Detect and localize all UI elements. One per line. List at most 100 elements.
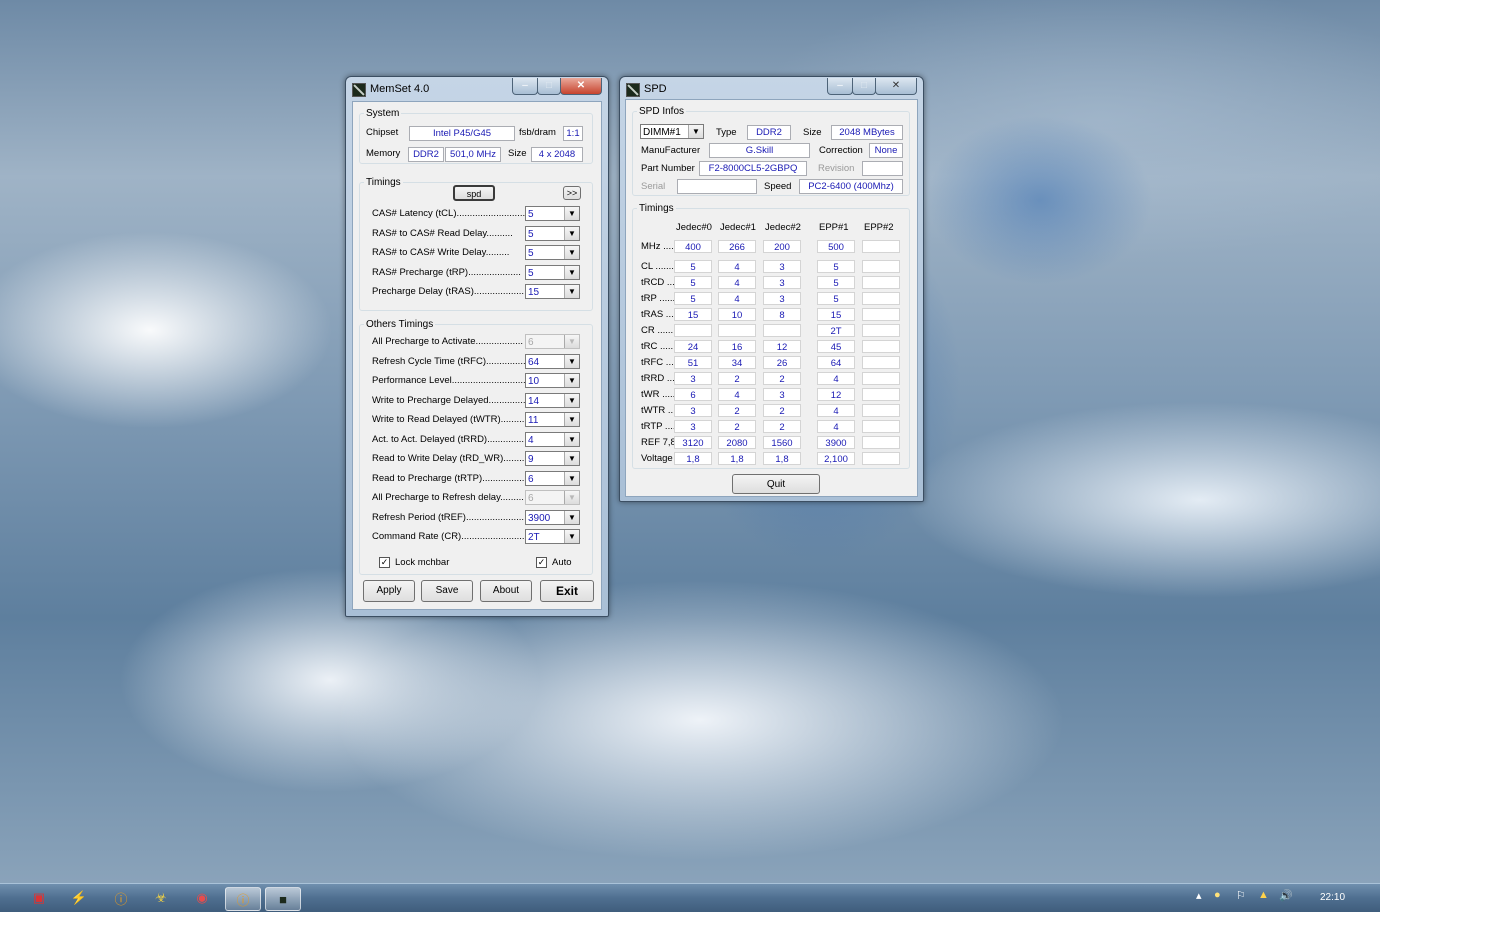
spd-row-label: tRP ...... [641,293,676,304]
spd-cell: 2 [718,404,756,417]
spd-cell: 5 [674,292,712,305]
spd-cell: 4 [718,388,756,401]
other-timing-row-3-select[interactable]: 14 ▼ [525,392,580,408]
spd-cell [862,356,900,369]
spd-button[interactable]: spd [453,185,495,201]
other-timing-row-10-select[interactable]: 2T ▼ [525,529,580,544]
spd-row-label: MHz ..... [641,241,677,252]
spd-cell: 2,100 [817,452,855,465]
other-timing-row-3-label: Write to Precharge Delayed.............. [372,394,526,406]
spd-cell [862,420,900,433]
spd-cell: 2 [763,420,801,433]
timing-row-2-value: 5 [528,248,534,259]
serial-label: Serial [641,181,666,192]
tray-network-icon[interactable]: ▲ [1258,889,1269,901]
spd-cell: 3900 [817,436,855,449]
other-timing-row-1-select[interactable]: 64 ▼ [525,353,580,369]
info-icon-2[interactable]: ⓘ [225,887,261,911]
tray-action-center-icon[interactable]: ⚐ [1236,889,1246,902]
timing-row-0-select[interactable]: 5 ▼ [525,206,580,221]
spd-cell [862,404,900,417]
spd-cell: 2 [763,372,801,385]
other-timing-row-6-value: 9 [528,454,534,465]
memory-label: Memory [366,148,401,159]
fsbdram-label: fsb/dram [519,127,556,138]
other-timing-row-9-select[interactable]: 3900 ▼ [525,509,580,525]
spd-maximize-button[interactable]: □ [852,78,876,95]
dropdown-arrow-icon: ▼ [564,374,579,387]
minimize-button[interactable]: – [512,78,538,95]
tray-expand-icon[interactable]: ▴ [1196,889,1202,902]
timing-row-4-select[interactable]: 15 ▼ [525,284,580,299]
others-timings-legend: Others Timings [366,319,434,330]
spd-cell: 500 [817,240,855,253]
timing-row-2-select[interactable]: 5 ▼ [525,245,580,260]
other-timing-row-6-select[interactable]: 9 ▼ [525,451,580,466]
spd-cell: 64 [817,356,855,369]
memset-client: System Chipset Intel P45/G45 fsb/dram 1:… [352,101,602,610]
spd-titlebar[interactable]: SPD – □ ✕ [620,77,923,101]
dropdown-arrow-icon: ▼ [564,226,579,240]
spd-timings-legend: Timings [639,203,674,214]
close-button[interactable]: ✕ [560,78,602,95]
app-red-icon[interactable]: ▣ [22,887,56,909]
timing-row-1-select[interactable]: 5 ▼ [525,225,580,241]
tray-volume-icon[interactable]: 🔊 [1279,889,1293,902]
auto-checkbox[interactable]: ✓ [536,557,547,568]
spd-cell: 3 [674,404,712,417]
timing-row-1-label: RAS# to CAS# Read Delay.......... [372,227,513,239]
tray-bulb-icon[interactable]: ● [1214,889,1221,901]
timing-row-4-value: 15 [528,287,540,298]
fsbdram-value: 1:1 [563,126,583,141]
dropdown-arrow-icon: ▼ [564,335,579,348]
spd-close-button[interactable]: ✕ [875,78,917,95]
other-timing-row-4-select[interactable]: 11 ▼ [525,412,580,427]
spd-infos-legend: SPD Infos [639,106,685,117]
spd-cell: 5 [817,276,855,289]
spd-cell: 5 [817,292,855,305]
start-icon[interactable]: ● [0,887,6,909]
other-timing-row-2-select[interactable]: 10 ▼ [525,373,580,388]
more-button[interactable]: >> [563,186,581,200]
save-button[interactable]: Save [421,580,473,602]
timing-row-1-value: 5 [528,228,534,240]
memset-titlebar[interactable]: MemSet 4.0 – □ ✕ [346,77,608,101]
lock-mchbar-label: Lock mchbar [395,557,450,568]
exit-button[interactable]: Exit [540,580,594,602]
spd-cell: 266 [718,240,756,253]
memset-app-icon [352,83,366,97]
lightning-icon[interactable]: ⚡ [62,887,96,909]
spd-title: SPD [644,83,667,95]
dimm-select[interactable]: DIMM#1 ▼ [640,124,704,139]
other-timing-row-7-select[interactable]: 6 ▼ [525,470,580,486]
spd-cell: 15 [817,308,855,321]
browser-icon[interactable]: ◉ [185,887,219,909]
spd-minimize-button[interactable]: – [827,78,853,95]
dropdown-arrow-icon: ▼ [564,354,579,368]
other-timing-row-6-label: Read to Write Delay (tRD_WR)......... [372,453,528,464]
other-timing-row-5-select[interactable]: 4 ▼ [525,431,580,447]
biohazard-icon[interactable]: ☣ [144,887,178,909]
lock-mchbar-checkbox[interactable]: ✓ [379,557,390,568]
spd-cell: 6 [674,388,712,401]
other-timing-row-7-label: Read to Precharge (tRTP)................ [372,472,525,484]
spd-column-header: EPP#1 [819,222,849,233]
spd-cell: 2T [817,324,855,337]
spd-cell: 4 [817,372,855,385]
timing-row-3-value: 5 [528,267,534,279]
spd-size-value: 2048 MBytes [831,125,903,140]
spd-cell: 45 [817,340,855,353]
quit-button[interactable]: Quit [732,474,820,494]
memset-taskbar-icon[interactable]: ■ [265,887,301,911]
apply-button[interactable]: Apply [363,580,415,602]
maximize-button[interactable]: □ [537,78,561,95]
spd-cell: 4 [718,260,756,273]
spd-cell: 400 [674,240,712,253]
info-icon[interactable]: ⓘ [104,887,138,909]
timing-row-3-select[interactable]: 5 ▼ [525,264,580,280]
other-timing-row-1-label: Refresh Cycle Time (tRFC)............... [372,355,526,367]
serial-value [677,179,757,194]
auto-label: Auto [552,557,572,568]
other-timing-row-8-label: All Precharge to Refresh delay......... [372,492,524,503]
about-button[interactable]: About [480,580,532,602]
